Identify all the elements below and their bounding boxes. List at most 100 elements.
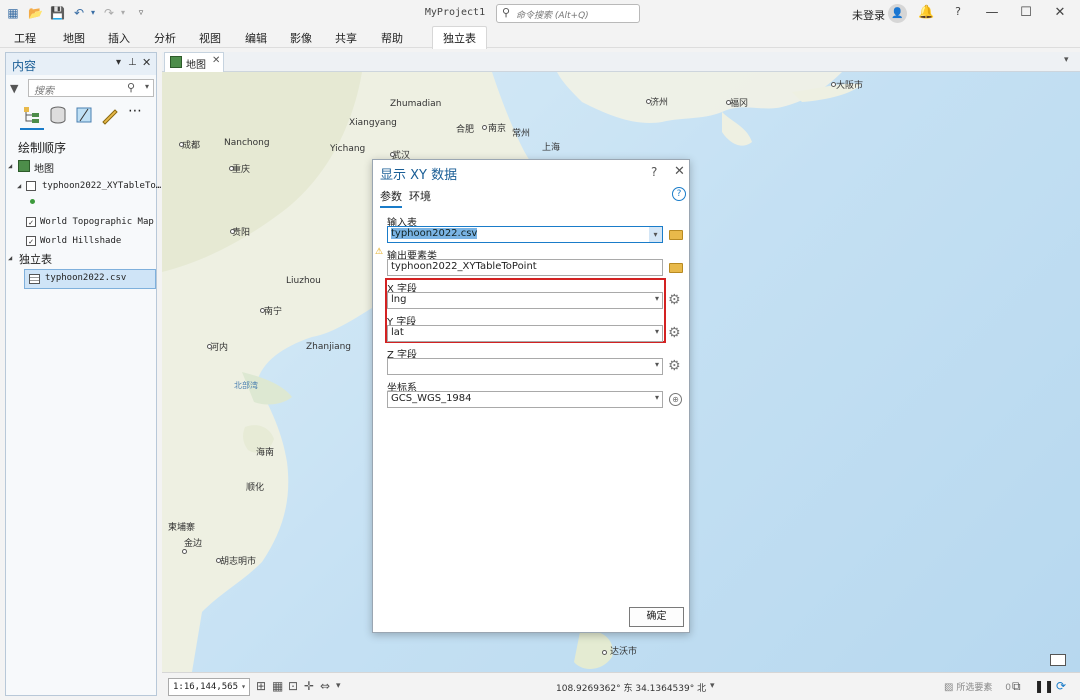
list-by-source-icon[interactable] xyxy=(48,105,68,125)
map-icon xyxy=(170,56,182,68)
coordinate-system-select[interactable]: GCS_WGS_1984 ▾ xyxy=(387,391,663,408)
open-folder-icon[interactable]: 📂 xyxy=(28,6,43,20)
tab-project[interactable]: 工程 xyxy=(14,30,36,46)
tab-list-dropdown-icon[interactable]: ▾ xyxy=(1064,55,1069,65)
y-field-select[interactable]: lat ▾ xyxy=(387,325,663,342)
map-label: 顺化 xyxy=(246,483,265,493)
layer-name: World Topographic Map xyxy=(40,217,154,227)
tab-insert[interactable]: 插入 xyxy=(108,30,130,46)
sign-in-status[interactable]: 未登录 xyxy=(852,7,885,23)
chevron-down-icon[interactable]: ▾ xyxy=(145,82,149,91)
crosshair-icon[interactable]: ✛ xyxy=(304,679,314,693)
tab-view[interactable]: 视图 xyxy=(199,30,221,46)
chevron-down-icon[interactable]: ▾ xyxy=(655,327,659,336)
ribbon-tabs: 工程 地图 插入 分析 视图 编辑 影像 共享 帮助 独立表 xyxy=(0,26,1080,49)
help-button[interactable]: ? xyxy=(950,5,966,18)
table-grid-icon[interactable]: ▦ xyxy=(272,679,283,693)
snap-grid-icon[interactable]: ⊡ xyxy=(288,679,298,693)
close-button[interactable]: ✕ xyxy=(1052,5,1068,20)
close-tab-icon[interactable]: ✕ xyxy=(212,55,220,66)
refresh-icon[interactable]: ⟳ xyxy=(1056,679,1066,693)
navigate-icon[interactable]: ⇔ xyxy=(320,679,330,693)
chevron-down-icon[interactable]: ▾ xyxy=(655,360,659,369)
draw-order-heading: 绘制顺序 xyxy=(18,141,67,155)
chevron-down-icon[interactable]: ▾ xyxy=(655,294,659,303)
pin-icon[interactable]: ⊥ xyxy=(128,57,137,68)
map-label: 常州 xyxy=(512,129,531,139)
layer-visibility-checkbox[interactable] xyxy=(26,181,36,191)
redo-icon[interactable]: ↷ xyxy=(102,6,116,20)
map-label: 达沃市 xyxy=(610,647,638,657)
pane-menu-icon[interactable]: ▾ xyxy=(116,57,121,68)
map-label: 北部湾 xyxy=(234,381,258,390)
output-feature-class-value: typhoon2022_XYTableToPoint xyxy=(391,261,537,272)
save-icon[interactable]: 💾 xyxy=(50,6,65,20)
map-label: Zhumadian xyxy=(390,99,442,109)
city-marker xyxy=(229,166,234,171)
gear-icon[interactable]: ⚙ xyxy=(668,293,681,307)
add-grid-icon[interactable]: ⊞ xyxy=(256,679,266,693)
selected-features[interactable]: ▨ 所选要素 0 xyxy=(944,680,1011,693)
undo-icon[interactable]: ↶ xyxy=(72,6,86,20)
coordinate-format-dropdown-icon[interactable]: ▾ xyxy=(710,681,715,691)
standalone-heading: 独立表 xyxy=(19,253,52,266)
gear-icon[interactable]: ⚙ xyxy=(668,359,681,373)
filter-icon[interactable]: ▼ xyxy=(10,82,18,95)
chevron-down-icon[interactable]: ▾ xyxy=(649,227,662,242)
redo-dropdown-icon[interactable]: ▾ xyxy=(116,6,130,20)
input-table-value: typhoon2022.csv xyxy=(391,228,478,239)
more-options-icon[interactable]: ⋯ xyxy=(128,103,148,123)
maximize-button[interactable]: ☐ xyxy=(1018,5,1034,20)
dialog-help-button[interactable]: ? xyxy=(651,165,657,179)
z-field-select[interactable]: ▾ xyxy=(387,358,663,375)
minimize-button[interactable]: — xyxy=(984,5,1000,20)
expand-triangle-icon[interactable]: ◢ xyxy=(8,254,12,262)
map-legend-icon[interactable] xyxy=(1050,654,1066,666)
contents-search-placeholder: 搜索 xyxy=(34,86,54,97)
layer-name: typhoon2022_XYTableTo… xyxy=(42,181,162,191)
tab-share[interactable]: 共享 xyxy=(335,30,357,46)
tab-standalone-table[interactable]: 独立表 xyxy=(432,26,487,49)
output-feature-class-field[interactable]: typhoon2022_XYTableToPoint xyxy=(387,259,663,276)
dialog-close-button[interactable]: ✕ xyxy=(674,164,685,179)
chevron-down-icon[interactable]: ▾ xyxy=(655,393,659,402)
tab-edit[interactable]: 编辑 xyxy=(245,30,267,46)
expand-triangle-icon[interactable]: ◢ xyxy=(8,162,12,170)
expand-triangle-icon[interactable]: ◢ xyxy=(17,182,21,190)
standalone-table-row[interactable]: typhoon2022.csv xyxy=(24,269,156,289)
clear-selection-icon[interactable]: ⧉ xyxy=(1012,679,1021,694)
x-field-select[interactable]: lng ▾ xyxy=(387,292,663,309)
list-by-editing-icon[interactable] xyxy=(100,105,120,125)
tab-imagery[interactable]: 影像 xyxy=(290,30,312,46)
customize-toolbar-icon[interactable]: ▿ xyxy=(134,6,148,20)
chevron-down-icon[interactable]: ▾ xyxy=(336,681,341,691)
layer-visibility-checkbox[interactable]: ✓ xyxy=(26,217,36,227)
contents-search-input[interactable]: 搜索 ⚲ ▾ xyxy=(28,79,154,97)
layer-visibility-checkbox[interactable]: ✓ xyxy=(26,236,36,246)
map-label: 合肥 xyxy=(456,125,475,135)
avatar-icon[interactable]: 👤 xyxy=(888,4,907,23)
undo-dropdown-icon[interactable]: ▾ xyxy=(86,6,100,20)
globe-icon[interactable]: ⊕ xyxy=(669,393,682,406)
input-table-field[interactable]: typhoon2022.csv ▾ xyxy=(387,226,663,243)
browse-folder-icon[interactable] xyxy=(669,230,683,240)
chevron-down-icon[interactable]: ▾ xyxy=(241,679,246,695)
command-search-input[interactable]: ⚲ 命令搜索 (Alt+Q) xyxy=(496,4,640,23)
tool-help-icon[interactable]: ? xyxy=(672,187,686,201)
tab-analysis[interactable]: 分析 xyxy=(154,30,176,46)
map-icon xyxy=(18,160,30,172)
tab-map[interactable]: 地图 xyxy=(63,30,85,46)
scale-selector[interactable]: 1:16,144,565 ▾ xyxy=(168,678,250,696)
gear-icon[interactable]: ⚙ xyxy=(668,326,681,340)
notification-bell-icon[interactable]: 🔔 xyxy=(918,5,934,20)
tab-parameters[interactable]: 参数 xyxy=(380,188,402,208)
tab-environments[interactable]: 环境 xyxy=(409,188,431,204)
browse-folder-icon[interactable] xyxy=(669,263,683,273)
list-by-selection-icon[interactable] xyxy=(74,105,94,125)
ok-button[interactable]: 确定 xyxy=(629,607,684,627)
tab-help[interactable]: 帮助 xyxy=(381,30,403,46)
list-by-drawing-order-icon[interactable] xyxy=(22,105,42,125)
close-pane-icon[interactable]: ✕ xyxy=(142,56,151,69)
pause-drawing-icon[interactable]: ❚❚ xyxy=(1034,679,1054,693)
tab-map-view[interactable]: 地图 ✕ xyxy=(164,52,224,72)
